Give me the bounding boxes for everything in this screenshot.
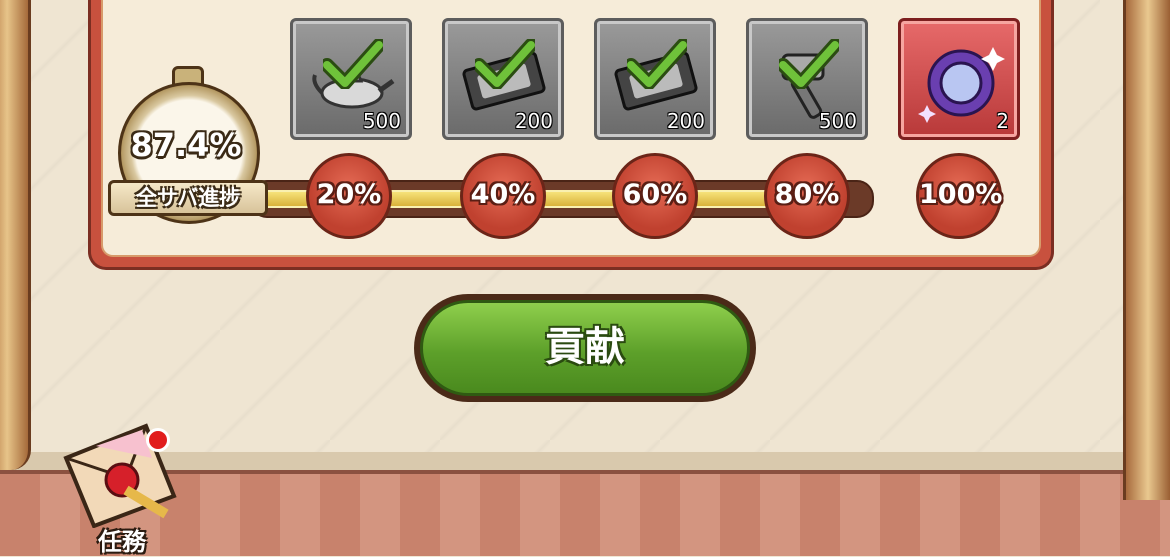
contribute-button[interactable]: 貢献 xyxy=(414,294,756,402)
milestone-80: 80% xyxy=(764,153,850,239)
checkmark-icon xyxy=(779,39,839,89)
scroll-left-edge xyxy=(0,0,31,470)
milestone-100: 100% xyxy=(916,153,1002,239)
reward-quantity: 500 xyxy=(362,109,401,133)
mission-button[interactable]: 任務 xyxy=(56,418,196,556)
reward-quantity: 2 xyxy=(996,109,1009,133)
scroll-right-edge xyxy=(1123,0,1170,500)
reward-quantity: 200 xyxy=(666,109,705,133)
server-progress-stopwatch: 87.4% 全サバ進捗 xyxy=(108,62,268,232)
reward-tile-3[interactable]: 200 xyxy=(594,18,716,140)
reward-quantity: 500 xyxy=(818,109,857,133)
reward-tile-4[interactable]: 500 xyxy=(746,18,868,140)
reward-tile-5[interactable]: 2 xyxy=(898,18,1020,140)
reward-tile-2[interactable]: 200 xyxy=(442,18,564,140)
purple-gear-gem-icon xyxy=(918,47,1005,123)
contribute-button-label: 貢献 xyxy=(420,300,750,396)
reward-quantity: 200 xyxy=(514,109,553,133)
checkmark-icon xyxy=(475,39,535,89)
milestone-60: 60% xyxy=(612,153,698,239)
checkmark-icon xyxy=(323,39,383,89)
progress-percent: 87.4% xyxy=(130,126,242,164)
checkmark-icon xyxy=(627,39,687,89)
progress-label: 全サバ進捗 xyxy=(108,180,268,216)
reward-tile-1[interactable]: 500 xyxy=(290,18,412,140)
milestone-40: 40% xyxy=(460,153,546,239)
milestone-20: 20% xyxy=(306,153,392,239)
notification-dot xyxy=(146,428,170,452)
